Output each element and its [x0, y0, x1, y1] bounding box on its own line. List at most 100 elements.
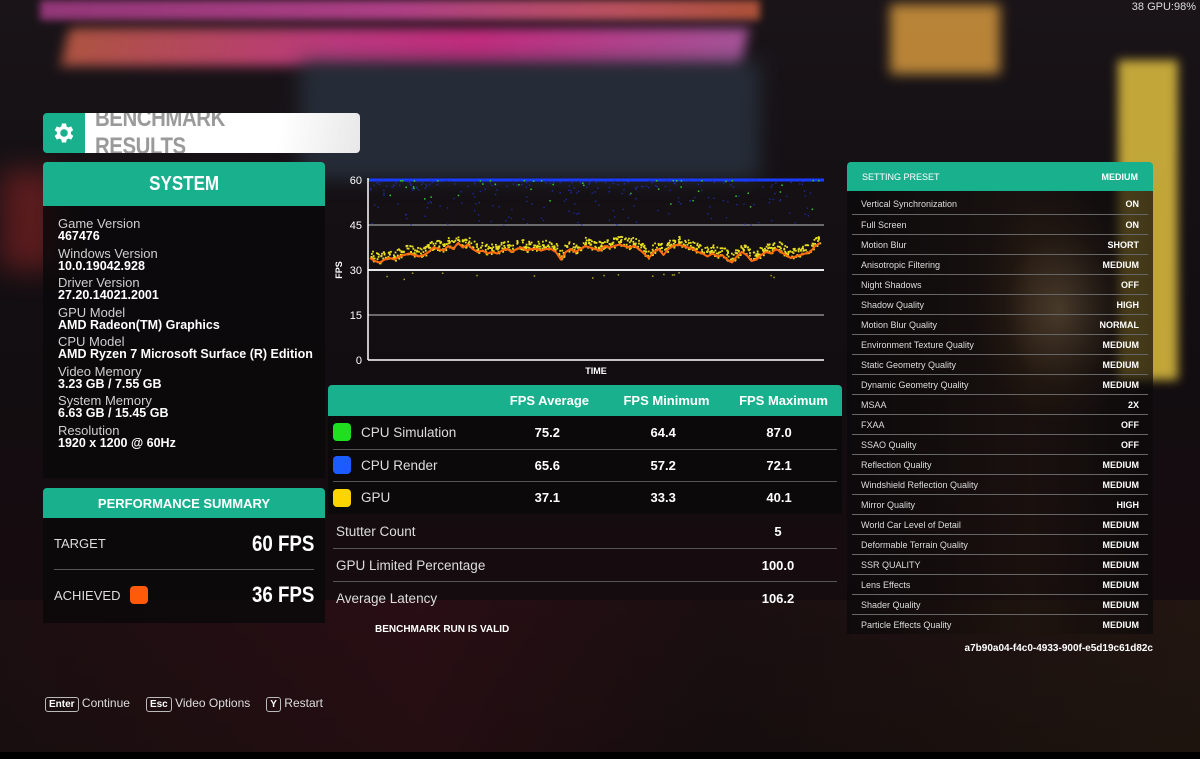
system-info-item: System Memory 6.63 GB / 15.45 GB: [58, 394, 325, 420]
cpu-render-point: [589, 182, 591, 184]
gpu-point: [719, 247, 722, 250]
system-info-value: 467476: [58, 229, 100, 243]
gpu-point: [602, 242, 605, 244]
gpu-point: [481, 244, 484, 247]
cpu-render-point: [588, 183, 590, 185]
gpu-point: [445, 243, 448, 246]
cpu-sim-point: [405, 186, 407, 189]
fps-table-header: FPS Average FPS Minimum FPS Maximum: [328, 385, 842, 416]
cpu-render-point: [745, 181, 747, 183]
cpu-render-point: [429, 201, 432, 203]
cpu-render-point: [744, 223, 746, 225]
system-info-item: Driver Version 27.20.14021.2001: [58, 276, 325, 302]
extra-stat-row: Average Latency 106.2: [333, 581, 837, 614]
gpu-point: [556, 247, 559, 250]
cpu-render-point: [445, 180, 447, 182]
gpu-point: [628, 237, 630, 240]
gpu-point: [632, 240, 635, 243]
cpu-render-point: [730, 184, 732, 186]
setting-label: Mirror Quality: [861, 499, 916, 510]
cpu-render-point: [657, 209, 659, 212]
gpu-point: [643, 250, 646, 252]
cpu-render-point: [447, 223, 449, 225]
gpu-point: [689, 241, 692, 244]
gpu-point: [553, 246, 556, 249]
cpu-render-point: [648, 180, 650, 182]
cpu-render-point: [669, 189, 671, 192]
setting-label: Night Shadows: [861, 279, 922, 290]
title-text: BENCHMARK RESULTS: [95, 113, 225, 153]
hint-label: Video Options: [175, 696, 251, 710]
continue-button[interactable]: Enter Continue: [45, 696, 130, 712]
y-tick-label: 30: [350, 265, 362, 277]
gpu-point: [626, 239, 629, 242]
gpu-point: [418, 250, 420, 253]
gpu-point: [684, 239, 687, 242]
system-info-label: GPU Model: [58, 304, 126, 320]
gpu-point: [740, 245, 743, 248]
cpu-render-point: [707, 196, 710, 199]
setting-row: Shadow Quality HIGH: [852, 294, 1148, 314]
gpu-point: [525, 243, 528, 246]
gpu-point: [388, 251, 391, 254]
setting-value: MEDIUM: [1102, 359, 1140, 370]
cpu-render-point: [803, 190, 806, 192]
gpu-point: [383, 253, 386, 256]
gpu-point: [792, 248, 795, 250]
gpu-point: [487, 247, 490, 250]
gpu-point: [746, 246, 749, 249]
video-options-button[interactable]: Esc Video Options: [145, 696, 251, 712]
cpu-render-point: [409, 183, 412, 185]
cpu-render-point: [498, 206, 500, 208]
cpu-render-point: [411, 189, 414, 191]
gpu-point: [672, 242, 675, 245]
fps-row-name: CPU Simulation: [361, 424, 457, 440]
gpu-point: [495, 245, 498, 248]
cpu-render-point: [612, 182, 615, 185]
series-color-swatch: [333, 456, 351, 475]
gpu-point: [707, 248, 710, 251]
gpu-point: [453, 240, 456, 243]
cpu-sim-point: [430, 196, 432, 198]
cpu-render-point: [559, 181, 561, 184]
cpu-render-point: [801, 183, 804, 186]
gpu-point: [470, 242, 473, 245]
gpu-point: [383, 251, 385, 254]
cpu-render-point: [794, 222, 796, 224]
gpu-point: [635, 238, 638, 240]
setting-preset-label: SETTING PRESET: [862, 171, 940, 182]
restart-button[interactable]: Y Restart: [266, 696, 323, 712]
cpu-render-point: [568, 189, 570, 192]
setting-row: SSAO Quality OFF: [852, 434, 1148, 454]
gpu-point: [489, 247, 491, 249]
system-info-value: AMD Ryzen 7 Microsoft Surface (R) Editio…: [58, 347, 313, 361]
cpu-render-point: [395, 182, 398, 184]
fps-table-row: GPU 37.1 33.3 40.1: [333, 481, 837, 514]
fps-overlay: 38 GPU:98%: [1131, 1, 1196, 13]
cpu-render-point: [608, 191, 610, 193]
gpu-point: [372, 255, 375, 257]
cpu-render-point: [528, 184, 531, 186]
cpu-render-point: [604, 181, 607, 184]
cpu-render-point: [405, 218, 408, 220]
cpu-render-point: [757, 221, 760, 224]
system-info-value: 27.20.14021.2001: [58, 288, 159, 302]
gpu-point: [712, 246, 715, 249]
cpu-sim-point: [672, 180, 674, 182]
cpu-sim-point: [489, 180, 492, 182]
cpu-render-point: [526, 200, 528, 203]
cpu-render-point: [376, 182, 378, 184]
target-row: TARGET 60 FPS: [54, 518, 314, 569]
gpu-outlier-point: [652, 275, 654, 277]
cpu-sim-point: [457, 194, 460, 197]
setting-value: MEDIUM: [1102, 599, 1140, 610]
gpu-point: [726, 253, 729, 256]
gpu-point: [574, 246, 577, 249]
setting-row: Motion Blur Quality NORMAL: [852, 314, 1148, 334]
gpu-point: [492, 246, 495, 249]
performance-summary-panel: TARGET 60 FPS ACHIEVED 36 FPS: [43, 518, 325, 623]
gpu-point: [436, 240, 439, 243]
gpu-point: [638, 242, 640, 245]
cpu-render-point: [650, 180, 652, 182]
gpu-point: [591, 240, 593, 243]
